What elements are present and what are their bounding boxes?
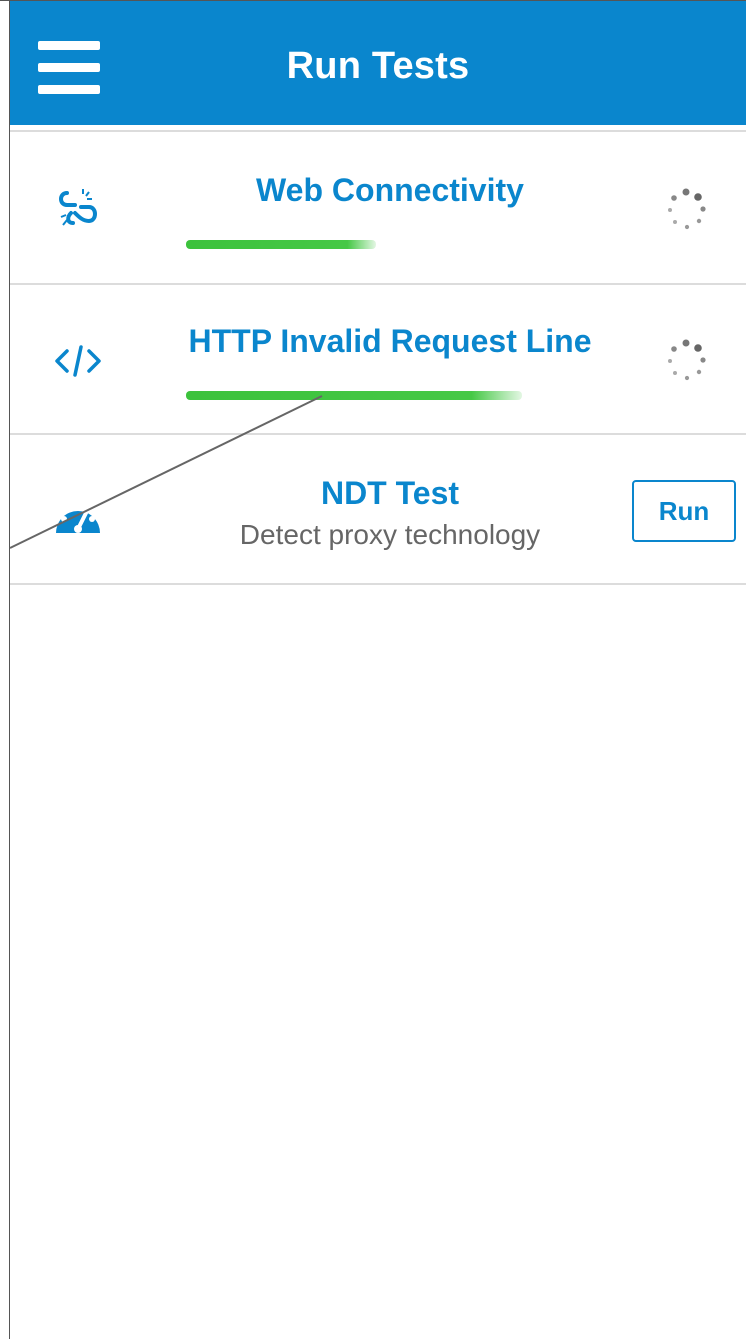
test-title: HTTP Invalid Request Line [188, 323, 592, 359]
run-button[interactable]: Run [632, 480, 736, 542]
code-icon [50, 333, 106, 389]
progress-bar [186, 391, 522, 400]
loading-spinner-icon [668, 188, 706, 230]
loading-spinner-icon [668, 339, 706, 381]
test-row-http-invalid-request-line[interactable]: HTTP Invalid Request Line [10, 285, 746, 433]
top-app-bar: Run Tests [10, 1, 746, 125]
speedometer-icon [50, 489, 106, 545]
test-title: Web Connectivity [256, 172, 524, 208]
progress-bar-fill [186, 240, 376, 249]
run-tests-screen: Run Tests Web Connectivity HTTP Invalid … [0, 0, 746, 1339]
broken-link-icon [50, 180, 106, 236]
test-subtitle: Detect proxy technology [239, 519, 541, 550]
test-title: NDT Test [320, 475, 460, 511]
page-title: Run Tests [286, 45, 470, 87]
divider [10, 583, 746, 585]
test-row-ndt-test[interactable]: NDT Test Detect proxy technology Run [10, 435, 746, 583]
test-row-web-connectivity[interactable]: Web Connectivity [10, 132, 746, 280]
progress-bar-fill [186, 391, 522, 400]
progress-bar [186, 240, 376, 249]
